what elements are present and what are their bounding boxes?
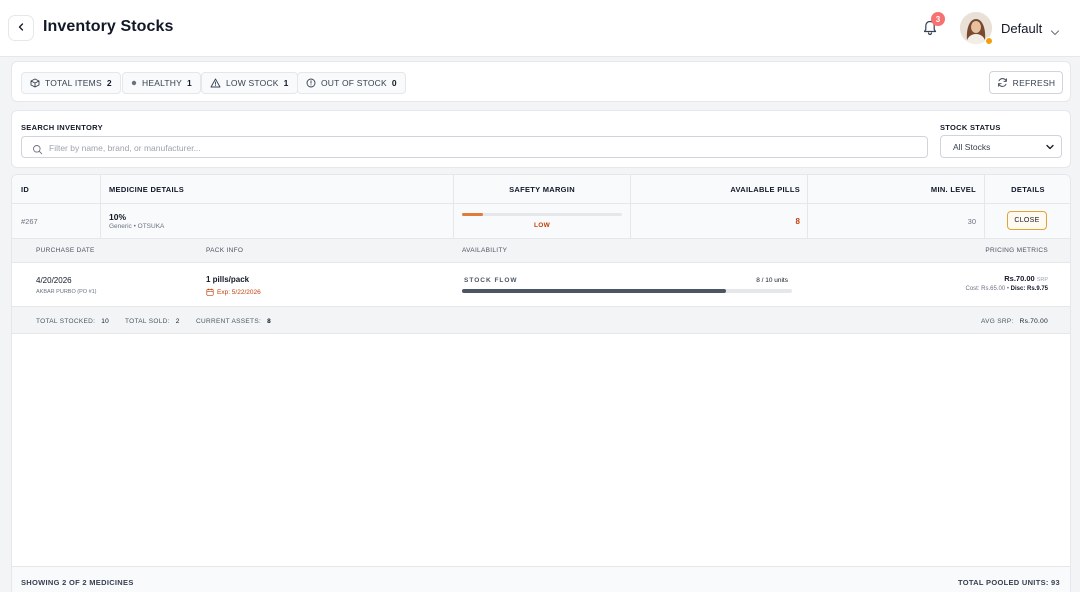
warning-icon [210,78,221,88]
column-safety-margin: SAFETY MARGIN [509,185,575,194]
row-details-panel: PURCHASE DATE PACK INFO AVAILABILITY PRI… [12,239,1070,334]
out-of-stock-count: 0 [391,78,397,88]
stock-flow-bar [462,289,792,293]
purchase-date: 4/20/2026 [36,276,72,285]
current-assets: CURRENT ASSETS: 8 [196,318,271,325]
notification-badge: 3 [931,12,945,26]
row-id: #267 [21,217,38,226]
search-field[interactable] [21,136,928,158]
details-column-pricing: PRICING METRICS [985,247,1048,254]
column-min-level: MIN. LEVEL [930,185,976,194]
cost-value: Cost: Rs.65.00 • [965,286,1009,292]
showing-count: SHOWING 2 OF 2 MEDICINES [21,578,134,587]
total-stocked-value: 10 [101,318,110,325]
expiry-date: Exp: 5/22/2026 [206,288,261,296]
calendar-icon [206,288,214,296]
search-label: SEARCH INVENTORY [21,123,103,132]
close-details-button[interactable]: CLOSE [1007,211,1047,230]
refresh-icon [997,77,1008,88]
avg-srp-label: AVG SRP: [980,318,1014,325]
total-sold-label: TOTAL SOLD: [125,318,170,325]
stock-flow-fill [462,289,726,293]
stock-flow-units: 8 / 10 units [756,277,788,284]
discount-value: Disc: Rs.9.75 [1010,286,1048,292]
filter-panel: SEARCH INVENTORY STOCK STATUS All Stocks [11,110,1071,168]
refresh-button[interactable]: REFRESH [989,71,1063,94]
total-stocked-label: TOTAL STOCKED: [36,318,96,325]
chevron-left-icon [16,19,26,37]
available-pills-value: 8 [795,217,800,226]
total-stocked: TOTAL STOCKED: 10 [36,318,109,325]
details-column-purchase-date: PURCHASE DATE [36,247,95,254]
column-available-pills: AVAILABLE PILLS [730,185,800,194]
stock-flow-label: STOCK FLOW [464,277,518,284]
price-breakdown: Cost: Rs.65.00 • Disc: Rs.9.75 [966,286,1048,292]
refresh-label: REFRESH [1012,77,1056,88]
search-input[interactable] [49,140,919,155]
table-row[interactable]: #267 10% Generic • OTSUKA LOW 8 30 CLOSE [12,204,1070,239]
inventory-table: ID MEDICINE DETAILS SAFETY MARGIN AVAILA… [11,174,1071,592]
avg-srp-value: Rs.70.00 [1019,318,1048,325]
stock-status-label: STOCK STATUS [940,123,1001,132]
total-items-chip[interactable]: TOTAL ITEMS 2 [21,72,121,94]
total-pooled-units: TOTAL POOLED UNITS: 93 [957,578,1060,587]
price-srp: Rs.70.00 SRP [1004,274,1048,283]
app-header: Inventory Stocks 3 Default [0,0,1080,57]
low-stock-label: LOW STOCK [226,78,279,88]
search-icon [32,142,43,160]
current-assets-value: 8 [267,318,271,325]
details-column-pack-info: PACK INFO [206,247,244,254]
column-medicine-details: MEDICINE DETAILS [109,185,185,194]
alert-circle-icon [306,78,316,88]
chevron-down-icon[interactable] [1050,24,1060,42]
table-header: ID MEDICINE DETAILS SAFETY MARGIN AVAILA… [12,175,1070,204]
avg-srp: AVG SRP: Rs.70.00 [981,318,1048,325]
user-name[interactable]: Default [1001,21,1042,36]
details-column-availability: AVAILABILITY [462,247,508,254]
details-summary: TOTAL STOCKED: 10 TOTAL SOLD: 2 CURRENT AS… [12,306,1070,334]
safety-margin-bar [462,213,622,216]
healthy-count: 1 [186,78,192,88]
stats-bar: TOTAL ITEMS 2 HEALTHY 1 LOW STOCK 1 OUT … [11,61,1071,102]
status-dot [985,37,993,45]
out-of-stock-chip[interactable]: OUT OF STOCK 0 [297,72,406,94]
stock-status-select[interactable]: All Stocks [940,135,1062,158]
low-stock-count: 1 [283,78,289,88]
total-sold: TOTAL SOLD: 2 [125,318,180,325]
column-details: DETAILS [1011,185,1045,194]
current-assets-label: CURRENT ASSETS: [196,318,262,325]
medicine-name: 10% [109,212,127,222]
purchase-supplier: AKBAR PURBO (PO #1) [36,289,97,295]
pack-info: 1 pills/pack [206,275,250,284]
dot-icon [131,80,137,86]
chevron-down-icon [1045,142,1055,154]
healthy-label: HEALTHY [142,78,182,88]
healthy-chip[interactable]: HEALTHY 1 [122,72,201,94]
page-title: Inventory Stocks [43,18,174,35]
min-level-value: 30 [967,217,976,226]
column-id: ID [21,185,30,194]
low-stock-chip[interactable]: LOW STOCK 1 [201,72,298,94]
total-items-label: TOTAL ITEMS [45,78,102,88]
total-items-count: 2 [106,78,112,88]
price-value: Rs.70.00 [1004,274,1035,283]
medicine-subtitle: Generic • OTSUKA [109,223,165,230]
details-header: PURCHASE DATE PACK INFO AVAILABILITY PRI… [12,239,1070,263]
safety-status: LOW [533,222,551,229]
out-of-stock-label: OUT OF STOCK [321,78,387,88]
total-sold-value: 2 [175,318,180,325]
box-icon [30,78,40,88]
back-button[interactable] [8,15,34,41]
safety-margin-fill [462,213,483,216]
table-footer: SHOWING 2 OF 2 MEDICINES TOTAL POOLED UN… [12,566,1070,592]
expiry-text: Exp: 5/22/2026 [217,288,261,296]
stock-status-value: All Stocks [953,141,991,152]
price-unit: SRP [1036,277,1048,283]
